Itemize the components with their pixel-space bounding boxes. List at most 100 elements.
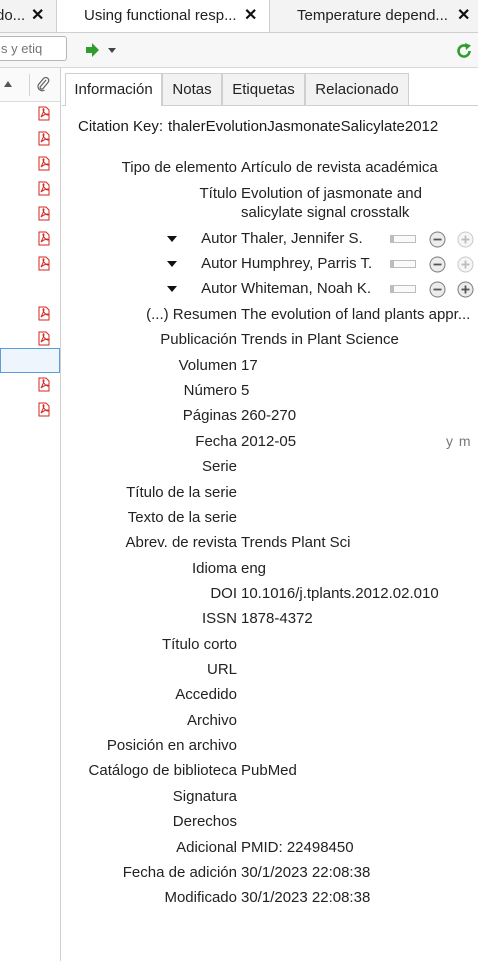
field-label[interactable]: Autor bbox=[201, 280, 237, 297]
field-signatura: Signatura bbox=[62, 785, 478, 810]
author-name[interactable]: Whiteman, Noah K. bbox=[241, 280, 381, 297]
field-resumen: (...) Resumen The evolution of land plant… bbox=[62, 303, 478, 328]
tab-notas[interactable]: Notas bbox=[162, 73, 222, 105]
field-value[interactable]: Trends Plant Sci bbox=[241, 534, 473, 551]
item-row[interactable] bbox=[0, 202, 60, 227]
field-titulo-de-la-serie: Título de la serie bbox=[62, 481, 478, 506]
author-name[interactable]: Humphrey, Parris T. bbox=[241, 255, 381, 272]
locate-arrow-icon[interactable] bbox=[84, 41, 118, 59]
field-item-type: Tipo de elemento Artículo de revista aca… bbox=[62, 156, 478, 181]
field-label: Derechos bbox=[172, 813, 237, 830]
field-url: URL bbox=[62, 658, 478, 683]
pdf-icon[interactable] bbox=[38, 402, 50, 417]
close-icon[interactable]: ✕ bbox=[244, 5, 257, 25]
field-value[interactable]: 10.1016/j.tplants.2012.02.010 bbox=[241, 585, 473, 602]
field-value[interactable]: PubMed bbox=[241, 762, 473, 779]
item-row[interactable] bbox=[0, 398, 60, 423]
field-value[interactable]: PMID: 22498450 bbox=[241, 839, 473, 856]
name-mode-switch[interactable] bbox=[390, 285, 416, 293]
item-row[interactable] bbox=[0, 102, 60, 127]
pdf-icon[interactable] bbox=[38, 181, 50, 196]
pdf-icon[interactable] bbox=[38, 156, 50, 171]
field-label[interactable]: Autor bbox=[201, 255, 237, 272]
add-author-icon[interactable] bbox=[457, 281, 474, 298]
field-value[interactable]: 17 bbox=[241, 357, 473, 374]
field-value[interactable]: 1878-4372 bbox=[241, 610, 473, 627]
item-row[interactable] bbox=[0, 227, 60, 252]
add-author-icon[interactable] bbox=[457, 231, 474, 248]
field-value[interactable]: The evolution of land plants appr... bbox=[241, 306, 473, 323]
pdf-icon[interactable] bbox=[38, 106, 50, 121]
item-row[interactable] bbox=[0, 348, 60, 373]
field-label: Accedido bbox=[175, 686, 237, 703]
field-label: Volumen bbox=[178, 357, 237, 374]
name-mode-switch[interactable] bbox=[390, 260, 416, 268]
field-issn: ISSN 1878-4372 bbox=[62, 607, 478, 632]
pdf-icon[interactable] bbox=[38, 256, 50, 271]
field-value[interactable]: 260-270 bbox=[241, 407, 473, 424]
search-input[interactable] bbox=[0, 36, 67, 61]
field-value[interactable]: 5 bbox=[241, 382, 473, 399]
creator-type-dropdown-icon[interactable] bbox=[167, 286, 177, 292]
field-publicacion: Publicación Trends in Plant Science bbox=[62, 328, 478, 353]
title-value[interactable]: Evolution of jasmonate and salicylate si… bbox=[241, 184, 427, 222]
item-row[interactable] bbox=[0, 373, 60, 398]
field-label[interactable]: (...) Resumen bbox=[146, 306, 237, 323]
name-mode-switch[interactable] bbox=[390, 235, 416, 243]
field-abrev-de-revista: Abrev. de revista Trends Plant Sci bbox=[62, 531, 478, 556]
tab-document-2[interactable]: Using functional resp... ✕ bbox=[57, 0, 270, 32]
item-row[interactable] bbox=[0, 152, 60, 177]
remove-author-icon[interactable] bbox=[429, 281, 446, 298]
tab-document-1[interactable]: do... ✕ bbox=[0, 0, 57, 32]
paperclip-icon[interactable] bbox=[36, 76, 50, 92]
field-label: Catálogo de biblioteca bbox=[88, 762, 237, 779]
field-label: Serie bbox=[201, 458, 237, 475]
pdf-icon[interactable] bbox=[38, 377, 50, 392]
creator-type-dropdown-icon[interactable] bbox=[167, 261, 177, 267]
field-texto-de-la-serie: Texto de la serie bbox=[62, 506, 478, 531]
creator-type-dropdown-icon[interactable] bbox=[167, 236, 177, 242]
field-value[interactable]: Trends in Plant Science bbox=[241, 331, 473, 348]
tab-document-3[interactable]: Temperature depend... ✕ bbox=[270, 0, 478, 32]
item-row[interactable] bbox=[0, 252, 60, 277]
tab-etiquetas[interactable]: Etiquetas bbox=[222, 73, 305, 105]
sync-icon[interactable] bbox=[455, 42, 473, 60]
field-author: Autor Thaler, Jennifer S. bbox=[62, 227, 478, 252]
pdf-icon[interactable] bbox=[38, 331, 50, 346]
field-title: Título Evolution of jasmonate and salicy… bbox=[62, 182, 478, 226]
close-icon[interactable]: ✕ bbox=[457, 5, 470, 25]
item-row[interactable] bbox=[0, 302, 60, 327]
pdf-icon[interactable] bbox=[38, 306, 50, 321]
tab-strip: do... ✕ Using functional resp... ✕ Tempe… bbox=[0, 0, 478, 33]
field-catalogo-de-biblioteca: Catálogo de biblioteca PubMed bbox=[62, 759, 478, 784]
remove-author-icon[interactable] bbox=[429, 231, 446, 248]
sort-ascending-icon[interactable] bbox=[4, 81, 12, 87]
field-serie: Serie bbox=[62, 455, 478, 480]
pdf-icon[interactable] bbox=[38, 131, 50, 146]
field-idioma: Idioma eng bbox=[62, 557, 478, 582]
field-label: Título bbox=[199, 185, 237, 202]
item-type-value[interactable]: Artículo de revista académica bbox=[241, 159, 473, 176]
field-label[interactable]: Autor bbox=[201, 230, 237, 247]
remove-author-icon[interactable] bbox=[429, 256, 446, 273]
column-separator[interactable] bbox=[29, 74, 30, 96]
field-value[interactable]: 30/1/2023 22:08:38 bbox=[241, 864, 473, 881]
citation-key-value[interactable]: thalerEvolutionJasmonateSalicylate2012 bbox=[168, 118, 438, 135]
item-row[interactable] bbox=[0, 177, 60, 202]
tab-relacionado[interactable]: Relacionado bbox=[305, 73, 409, 105]
field-value[interactable]: eng bbox=[241, 560, 473, 577]
item-row[interactable] bbox=[0, 277, 60, 302]
author-name[interactable]: Thaler, Jennifer S. bbox=[241, 230, 381, 247]
close-icon[interactable]: ✕ bbox=[31, 5, 44, 25]
add-author-icon[interactable] bbox=[457, 256, 474, 273]
item-row[interactable] bbox=[0, 127, 60, 152]
tab-informacion[interactable]: Información bbox=[65, 73, 162, 106]
field-value[interactable]: 30/1/2023 22:08:38 bbox=[241, 889, 473, 906]
field-label: Signatura bbox=[172, 788, 237, 805]
field-author: Autor Humphrey, Parris T. bbox=[62, 252, 478, 277]
citation-key-row: Citation Key: thalerEvolutionJasmonateSal… bbox=[78, 118, 438, 135]
pdf-icon[interactable] bbox=[38, 231, 50, 246]
pdf-icon[interactable] bbox=[38, 206, 50, 221]
items-list bbox=[0, 68, 61, 961]
field-value[interactable]: 2012-05 bbox=[241, 433, 473, 450]
